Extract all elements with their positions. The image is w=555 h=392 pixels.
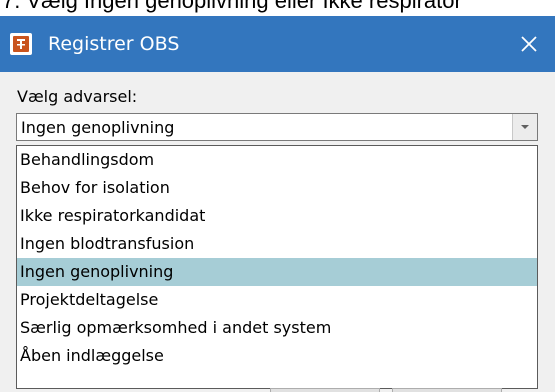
dialog-title: Registrer OBS	[48, 33, 180, 55]
screenshot: 7. Vælg Ingen genoplivning eller Ikke re…	[0, 0, 555, 392]
option-ingen-blodtransfusion[interactable]: Ingen blodtransfusion	[17, 230, 537, 258]
option-behandlingsdom[interactable]: Behandlingsdom	[17, 146, 537, 174]
cancel-button-partial[interactable]	[392, 388, 502, 392]
app-icon	[10, 33, 32, 55]
close-icon[interactable]	[517, 32, 541, 56]
instruction-caption: 7. Vælg Ingen genoplivning eller Ikke re…	[2, 0, 462, 13]
selected-warning-value: Ingen genoplivning	[21, 118, 175, 137]
option-aaben-indlaeggelse[interactable]: Åben indlæggelse	[17, 342, 537, 370]
ok-button-partial[interactable]	[270, 388, 380, 392]
warning-label: Vælg advarsel:	[17, 87, 138, 106]
option-projektdeltagelse[interactable]: Projektdeltagelse	[17, 286, 537, 314]
warning-select[interactable]: Ingen genoplivning	[16, 113, 538, 141]
chevron-down-icon	[521, 125, 529, 129]
dropdown-button[interactable]	[512, 114, 537, 140]
register-obs-dialog: Registrer OBS Vælg advarsel: Ingen genop…	[0, 16, 555, 392]
option-ikke-respiratorkandidat[interactable]: Ikke respiratorkandidat	[17, 202, 537, 230]
option-saerlig-opmaerksomhed[interactable]: Særlig opmærksomhed i andet system	[17, 314, 537, 342]
title-bar[interactable]: Registrer OBS	[0, 16, 555, 72]
option-behov-for-isolation[interactable]: Behov for isolation	[17, 174, 537, 202]
option-ingen-genoplivning[interactable]: Ingen genoplivning	[17, 258, 537, 286]
warning-options-list: Behandlingsdom Behov for isolation Ikke …	[16, 145, 538, 389]
